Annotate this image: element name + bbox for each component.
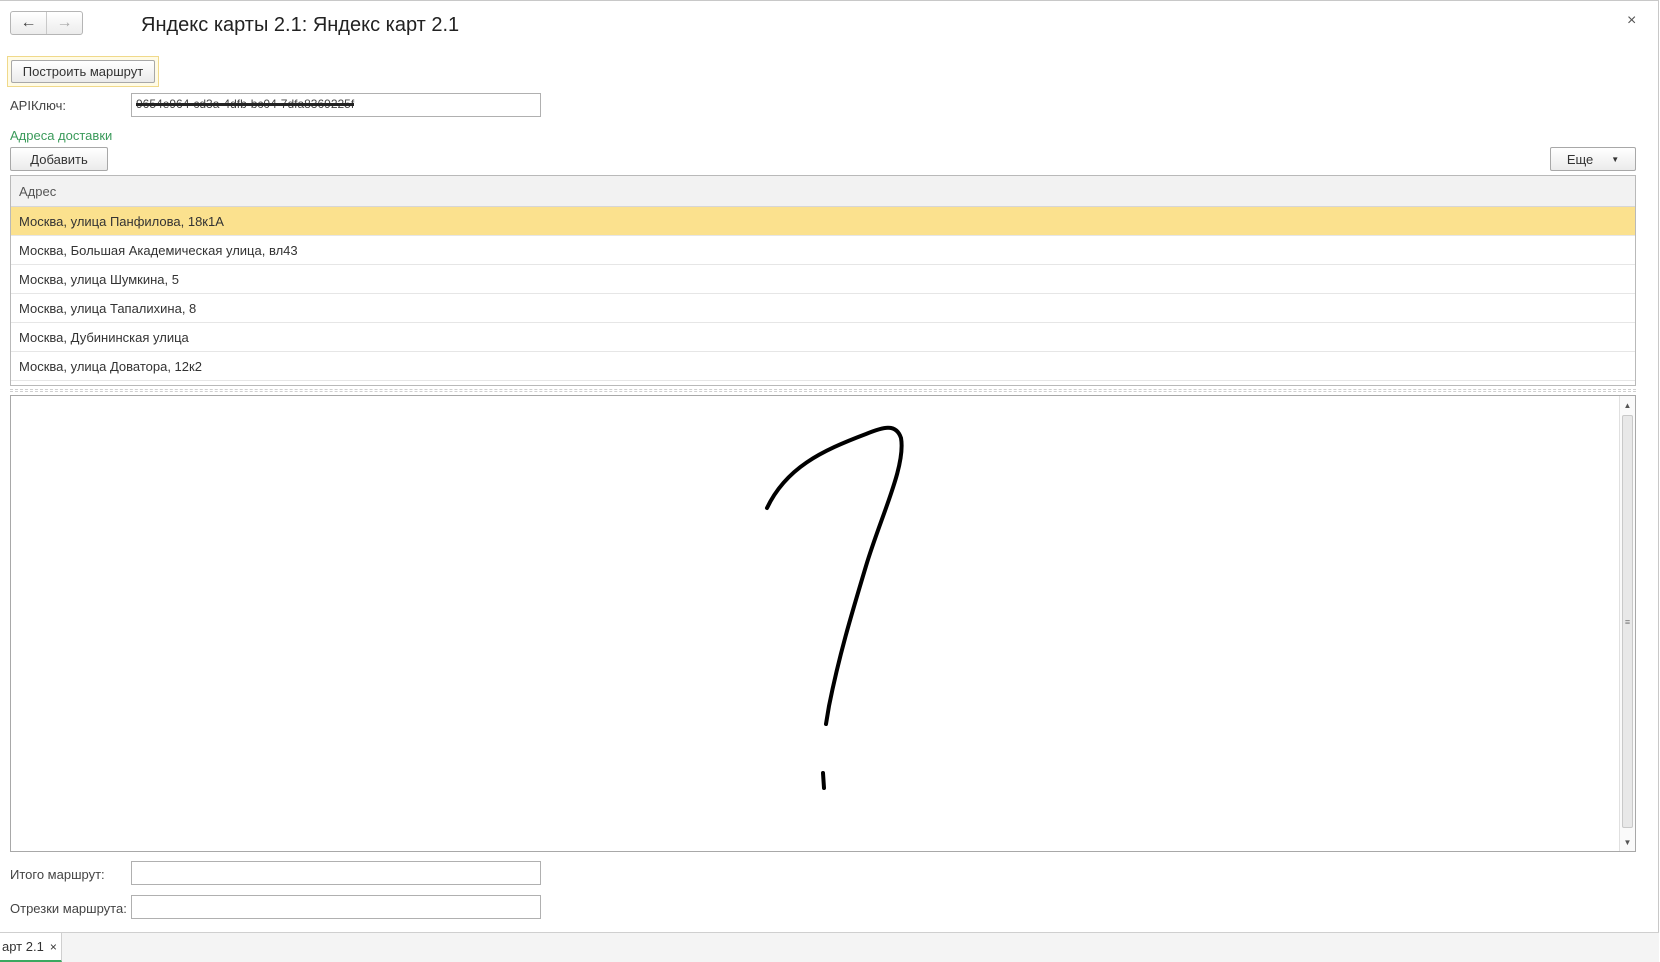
table-row[interactable]: Москва, улица Панфилова, 18к1А [11, 207, 1635, 236]
close-icon[interactable]: × [1627, 12, 1636, 30]
api-key-field[interactable]: 9654e964-cd3a-4dfb-bc04-7dfa8369225f [131, 93, 541, 117]
open-windows-bar: арт 2.1 × [0, 932, 1659, 962]
scroll-up-icon[interactable]: ▲ [1620, 398, 1635, 412]
vertical-scrollbar[interactable]: ▲ ≡ ▼ [1619, 396, 1635, 851]
arrow-left-icon: ← [20, 14, 37, 31]
back-button[interactable]: ← [11, 12, 46, 34]
column-header-address[interactable]: Адрес [11, 176, 1635, 207]
splitter[interactable] [10, 389, 1636, 392]
route-segments-field[interactable] [131, 895, 541, 919]
api-key-value: 9654e964-cd3a-4dfb-bc04-7dfa8369225f [136, 97, 355, 111]
route-segments-label: Отрезки маршрута: [10, 901, 127, 916]
close-tab-icon[interactable]: × [50, 940, 57, 954]
tab-label: арт 2.1 [2, 939, 44, 954]
add-button[interactable]: Добавить [10, 147, 108, 171]
map-html-field[interactable]: ▲ ≡ ▼ [10, 395, 1636, 852]
grip-icon: ≡ [1624, 616, 1631, 627]
scroll-down-icon[interactable]: ▼ [1620, 835, 1635, 849]
chevron-down-icon: ▼ [1611, 154, 1620, 164]
forward-button[interactable]: → [46, 12, 82, 34]
more-button[interactable]: Еще ▼ [1550, 147, 1636, 171]
table-row[interactable]: Москва, улица Шумкина, 5 [11, 265, 1635, 294]
build-route-button[interactable]: Построить маршрут [11, 60, 155, 83]
route-total-field[interactable] [131, 861, 541, 885]
question-mark-drawing [765, 425, 904, 790]
table-row[interactable]: Москва, Большая Академическая улица, вл4… [11, 236, 1635, 265]
arrow-right-icon: → [56, 14, 73, 31]
navigation-buttons: ← → [10, 11, 83, 35]
table-row[interactable]: Москва, улица Доватора, 12к2 [11, 352, 1635, 381]
route-total-label: Итого маршрут: [10, 867, 105, 882]
api-key-label: APIКлюч: [10, 98, 66, 113]
more-button-label: Еще [1566, 151, 1594, 167]
delivery-addresses-title: Адреса доставки [10, 128, 113, 143]
window-title: Яндекс карты 2.1: Яндекс карт 2.1 [141, 14, 460, 36]
table-row[interactable]: Москва, улица Тапалихина, 8 [11, 294, 1635, 323]
scroll-thumb[interactable]: ≡ [1622, 415, 1633, 828]
addresses-table: Адрес Москва, улица Панфилова, 18к1А Мос… [10, 175, 1636, 386]
open-window-tab[interactable]: арт 2.1 × [0, 933, 62, 962]
route-button-focus-frame: Построить маршрут [7, 56, 159, 87]
table-row[interactable]: Москва, Дубининская улица [11, 323, 1635, 352]
